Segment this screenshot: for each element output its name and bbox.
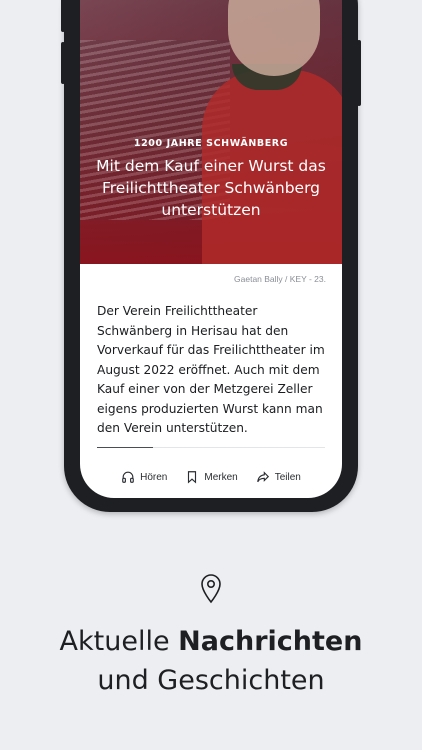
location-pin-icon xyxy=(201,574,221,604)
volume-up-button xyxy=(61,0,65,32)
share-label: Teilen xyxy=(274,471,301,483)
listen-button[interactable]: Hören xyxy=(121,470,167,484)
promo-line-2: und Geschichten xyxy=(97,665,325,696)
bookmark-button[interactable]: Merken xyxy=(185,470,238,484)
photo-caption: Gaetan Bally / KEY - 23. xyxy=(234,274,326,284)
share-icon xyxy=(256,471,269,483)
promo-tagline: Aktuelle Nachrichten und Geschichten xyxy=(0,622,422,700)
article-headline[interactable]: Mit dem Kauf einer Wurst das Freilichtth… xyxy=(80,155,342,221)
hero-text: 1200 JAHRE SCHWÄNBERG Mit dem Kauf einer… xyxy=(80,138,342,221)
article-actions: Hören Merken Teilen xyxy=(80,470,342,484)
volume-down-button xyxy=(61,42,65,84)
article-kicker: 1200 JAHRE SCHWÄNBERG xyxy=(133,138,289,149)
article-hero-image[interactable]: 1200 JAHRE SCHWÄNBERG Mit dem Kauf einer… xyxy=(80,0,342,264)
promo-line-1-normal: Aktuelle xyxy=(59,626,179,657)
listen-label: Hören xyxy=(140,471,168,483)
phone-mockup: 1200 JAHRE SCHWÄNBERG Mit dem Kauf einer… xyxy=(61,0,361,512)
promo-line-1-bold: Nachrichten xyxy=(178,626,363,657)
bookmark-icon xyxy=(188,471,197,484)
article-lead: Der Verein Freilichttheater Schwänberg i… xyxy=(97,304,325,435)
divider-accent xyxy=(97,447,153,448)
power-button xyxy=(357,40,361,106)
headphones-icon xyxy=(122,471,134,483)
phone-screen: 1200 JAHRE SCHWÄNBERG Mit dem Kauf einer… xyxy=(80,0,342,498)
bookmark-label: Merken xyxy=(204,471,238,483)
promo-line-1: Aktuelle Nachrichten xyxy=(0,622,422,661)
share-button[interactable]: Teilen xyxy=(256,470,301,484)
